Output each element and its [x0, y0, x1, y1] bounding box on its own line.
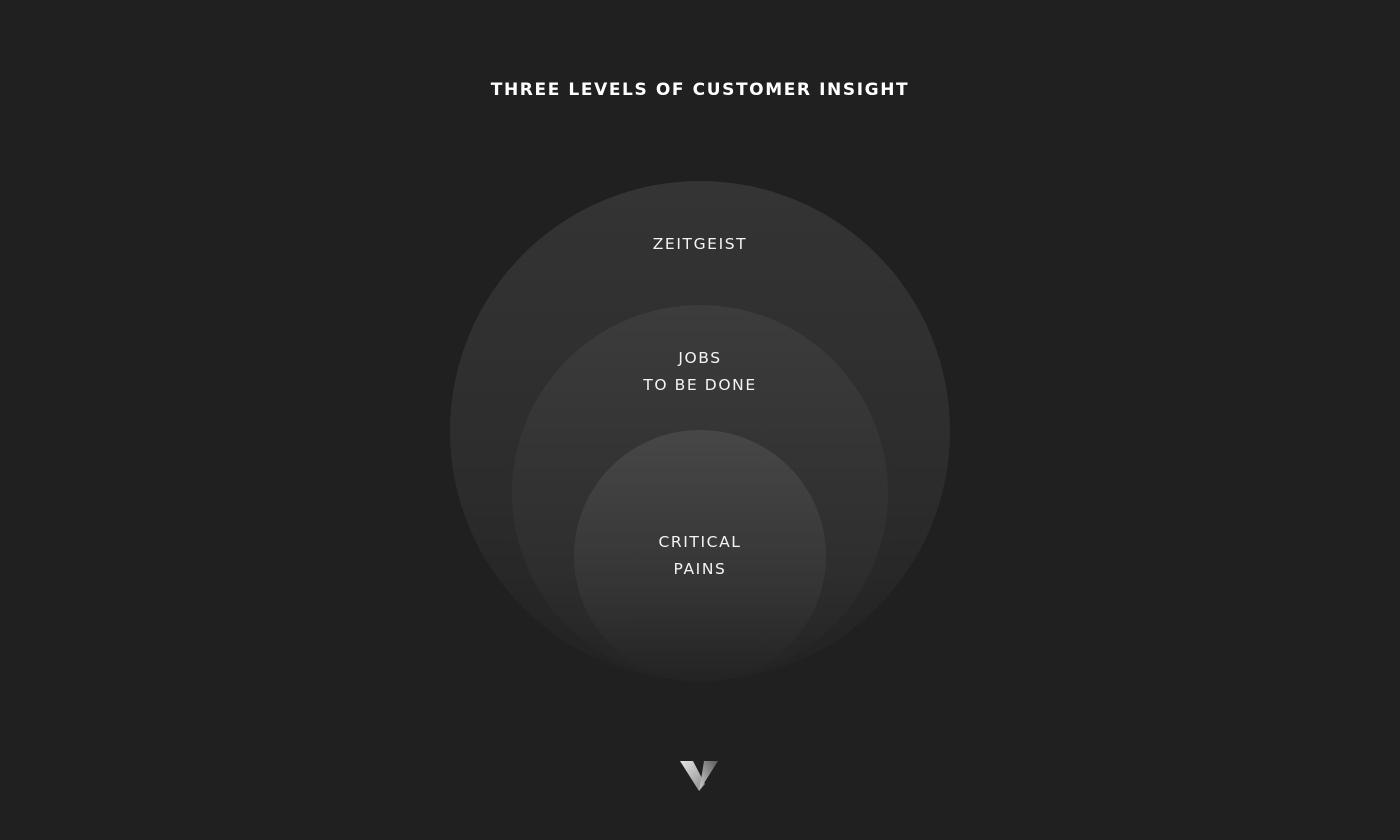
- zeitgeist-label-line: ZEITGEIST: [652, 235, 748, 253]
- jobs-to-be-done-label: JOBS TO BE DONE: [500, 345, 900, 399]
- critical-pains-label-line-1: CRITICAL: [658, 533, 742, 551]
- critical-pains-label-line-2: PAINS: [673, 560, 727, 578]
- critical-pains-label: CRITICAL PAINS: [500, 529, 900, 583]
- diagram-title: THREE LEVELS OF CUSTOMER INSIGHT: [490, 80, 910, 100]
- jobs-label-line-2: TO BE DONE: [643, 376, 757, 394]
- jobs-label-line-1: JOBS: [678, 349, 722, 367]
- zeitgeist-label: ZEITGEIST: [500, 231, 900, 258]
- diagram-canvas: THREE LEVELS OF CUSTOMER INSIGHT ZEITGEI…: [0, 0, 1400, 840]
- v-logo-icon: [680, 761, 718, 791]
